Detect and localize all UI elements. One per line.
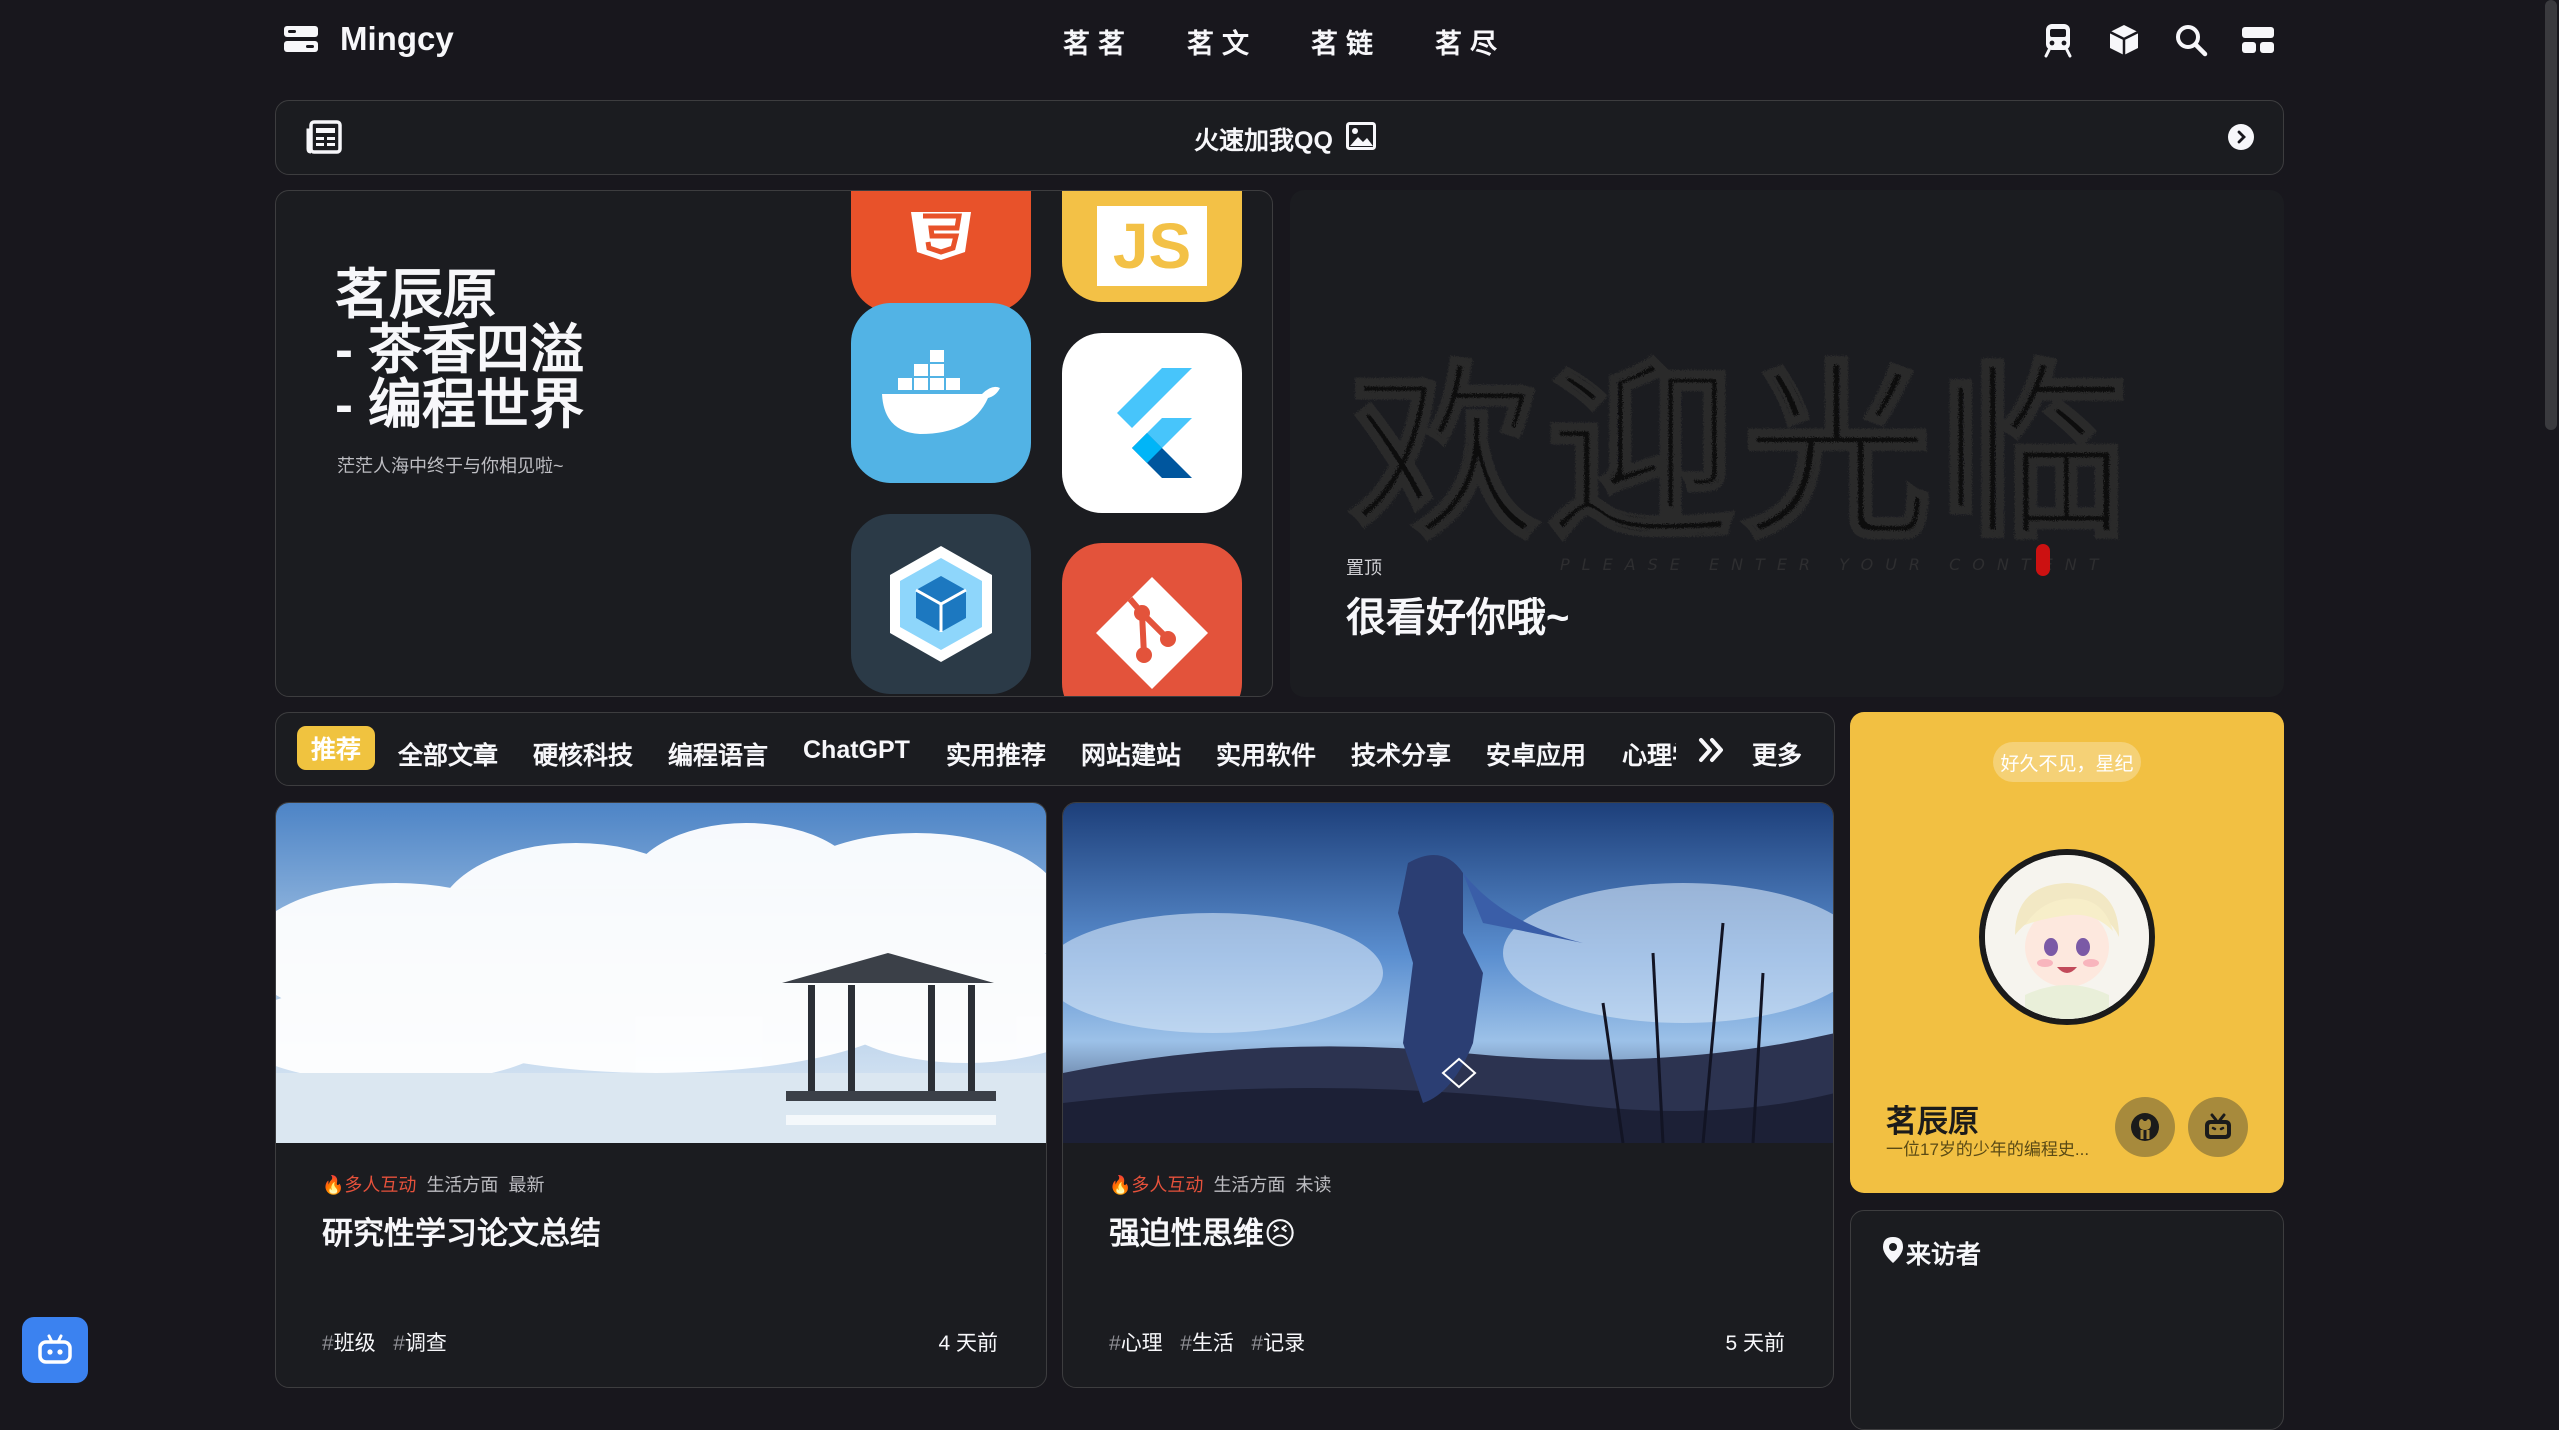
author-description: 一位17岁的少年的编程史...: [1886, 1140, 2090, 1159]
github-icon: [2131, 1113, 2159, 1141]
pinned-label: 置顶: [1346, 558, 1382, 578]
webpack-icon[interactable]: [851, 514, 1031, 694]
visitors-title: 来访者: [1906, 1241, 1982, 1269]
site-logo-text[interactable]: Mingcy: [340, 20, 454, 58]
post-tag[interactable]: #心理: [1109, 1332, 1163, 1355]
fire-icon: 🔥: [322, 1175, 345, 1195]
category-tab[interactable]: 安卓应用: [1486, 736, 1586, 772]
category-tab[interactable]: 实用软件: [1216, 736, 1316, 772]
pinned-title[interactable]: 很看好你哦~: [1346, 585, 1569, 643]
tech-tiles: JS: [276, 191, 1272, 696]
author-greeting: 好久不见，星纪: [1993, 742, 2141, 782]
category-more-link[interactable]: 更多: [1752, 736, 1802, 772]
post-tag[interactable]: #班级: [322, 1332, 376, 1355]
post-tags: #心理 #生活 #记录: [1109, 1327, 1305, 1357]
welcome-calligraphy-art: 欢迎光临 PLEASE ENTER YOUR CONTENT: [1348, 341, 2134, 576]
post-time: 5 天前: [1725, 1332, 1785, 1355]
fire-icon: 🔥: [1109, 1175, 1132, 1195]
post-meta: 🔥多人互动 生活方面 未读: [1109, 1171, 1331, 1197]
post-title[interactable]: 研究性学习论文总结: [322, 1208, 601, 1253]
nav-menu-item-2[interactable]: 茗文: [1187, 22, 1257, 61]
post-cover-image[interactable]: [276, 803, 1047, 1143]
post-tags: #班级 #调查: [322, 1327, 447, 1357]
chatbot-button[interactable]: [22, 1317, 88, 1383]
notice-text[interactable]: 火速加我QQ: [1194, 121, 1333, 157]
post-category[interactable]: 生活方面: [1213, 1175, 1285, 1195]
post-hot-badge: 多人互动: [1131, 1175, 1204, 1195]
category-tab[interactable]: 实用推荐: [946, 736, 1046, 772]
docker-icon[interactable]: [851, 303, 1031, 483]
category-tab-active[interactable]: 推荐: [297, 726, 375, 770]
post-card[interactable]: 🔥多人互动 生活方面 最新 研究性学习论文总结 #班级 #调查 4 天前: [275, 802, 1047, 1388]
post-title[interactable]: 强迫性思维😣: [1109, 1208, 1296, 1253]
js-logo-text: JS: [1097, 206, 1207, 286]
post-tag[interactable]: #记录: [1251, 1332, 1305, 1355]
category-tab[interactable]: ChatGPT: [803, 736, 910, 765]
double-chevron-right-icon[interactable]: [1696, 734, 1728, 766]
post-category[interactable]: 生活方面: [426, 1175, 498, 1195]
avatar[interactable]: [1979, 849, 2155, 1025]
post-cover-image[interactable]: [1063, 803, 1834, 1143]
post-meta: 🔥多人互动 生活方面 最新: [322, 1171, 544, 1197]
welcome-art-subtext: PLEASE ENTER YOUR CONTENT: [1560, 555, 2111, 574]
category-tab[interactable]: 全部文章: [398, 736, 498, 772]
post-tag[interactable]: #生活: [1180, 1332, 1234, 1355]
nav-menu-item-4[interactable]: 茗尽: [1435, 22, 1505, 61]
cube-icon[interactable]: [2106, 22, 2142, 58]
flutter-icon[interactable]: [1062, 333, 1242, 513]
nav-menu-item-3[interactable]: 茗链: [1311, 22, 1381, 61]
category-tab[interactable]: 网站建站: [1081, 736, 1181, 772]
github-button[interactable]: [2115, 1097, 2175, 1157]
post-status: 未读: [1295, 1175, 1332, 1195]
html5-icon[interactable]: [851, 191, 1031, 312]
search-icon[interactable]: [2173, 22, 2209, 58]
train-icon[interactable]: [2040, 22, 2076, 58]
image-icon: [1346, 122, 1376, 150]
logo-icon[interactable]: [284, 26, 318, 52]
robot-icon: [38, 1334, 72, 1364]
post-card[interactable]: 🔥多人互动 生活方面 未读 强迫性思维😣 #心理 #生活 #记录 5 天前: [1062, 802, 1834, 1388]
post-tag[interactable]: #调查: [393, 1332, 447, 1355]
post-time: 4 天前: [938, 1332, 998, 1355]
category-tab[interactable]: 技术分享: [1351, 736, 1451, 772]
post-hot-badge: 多人互动: [344, 1175, 417, 1195]
welcome-art-text: 欢迎光临: [1349, 342, 2134, 565]
bilibili-button[interactable]: [2188, 1097, 2248, 1157]
category-bar: [275, 712, 1835, 786]
category-tab[interactable]: 硬核科技: [533, 736, 633, 772]
category-tab[interactable]: 编程语言: [668, 736, 768, 772]
git-icon[interactable]: [1062, 543, 1242, 696]
post-status: 最新: [508, 1175, 545, 1195]
location-pin-icon: [1883, 1237, 1903, 1263]
nav-menu-item-1[interactable]: 茗茗: [1063, 22, 1133, 61]
category-tab-clipped-label: 心理学: [1622, 742, 1676, 770]
bilibili-icon: [2205, 1113, 2231, 1139]
javascript-icon[interactable]: JS: [1062, 191, 1242, 302]
category-tab-clipped[interactable]: 心理学: [1620, 730, 1676, 770]
scrollbar-thumb[interactable]: [2545, 0, 2557, 430]
chevron-right-icon[interactable]: [2228, 124, 2254, 150]
newspaper-icon: [306, 120, 342, 154]
menu-toggle-icon[interactable]: [2240, 22, 2276, 58]
